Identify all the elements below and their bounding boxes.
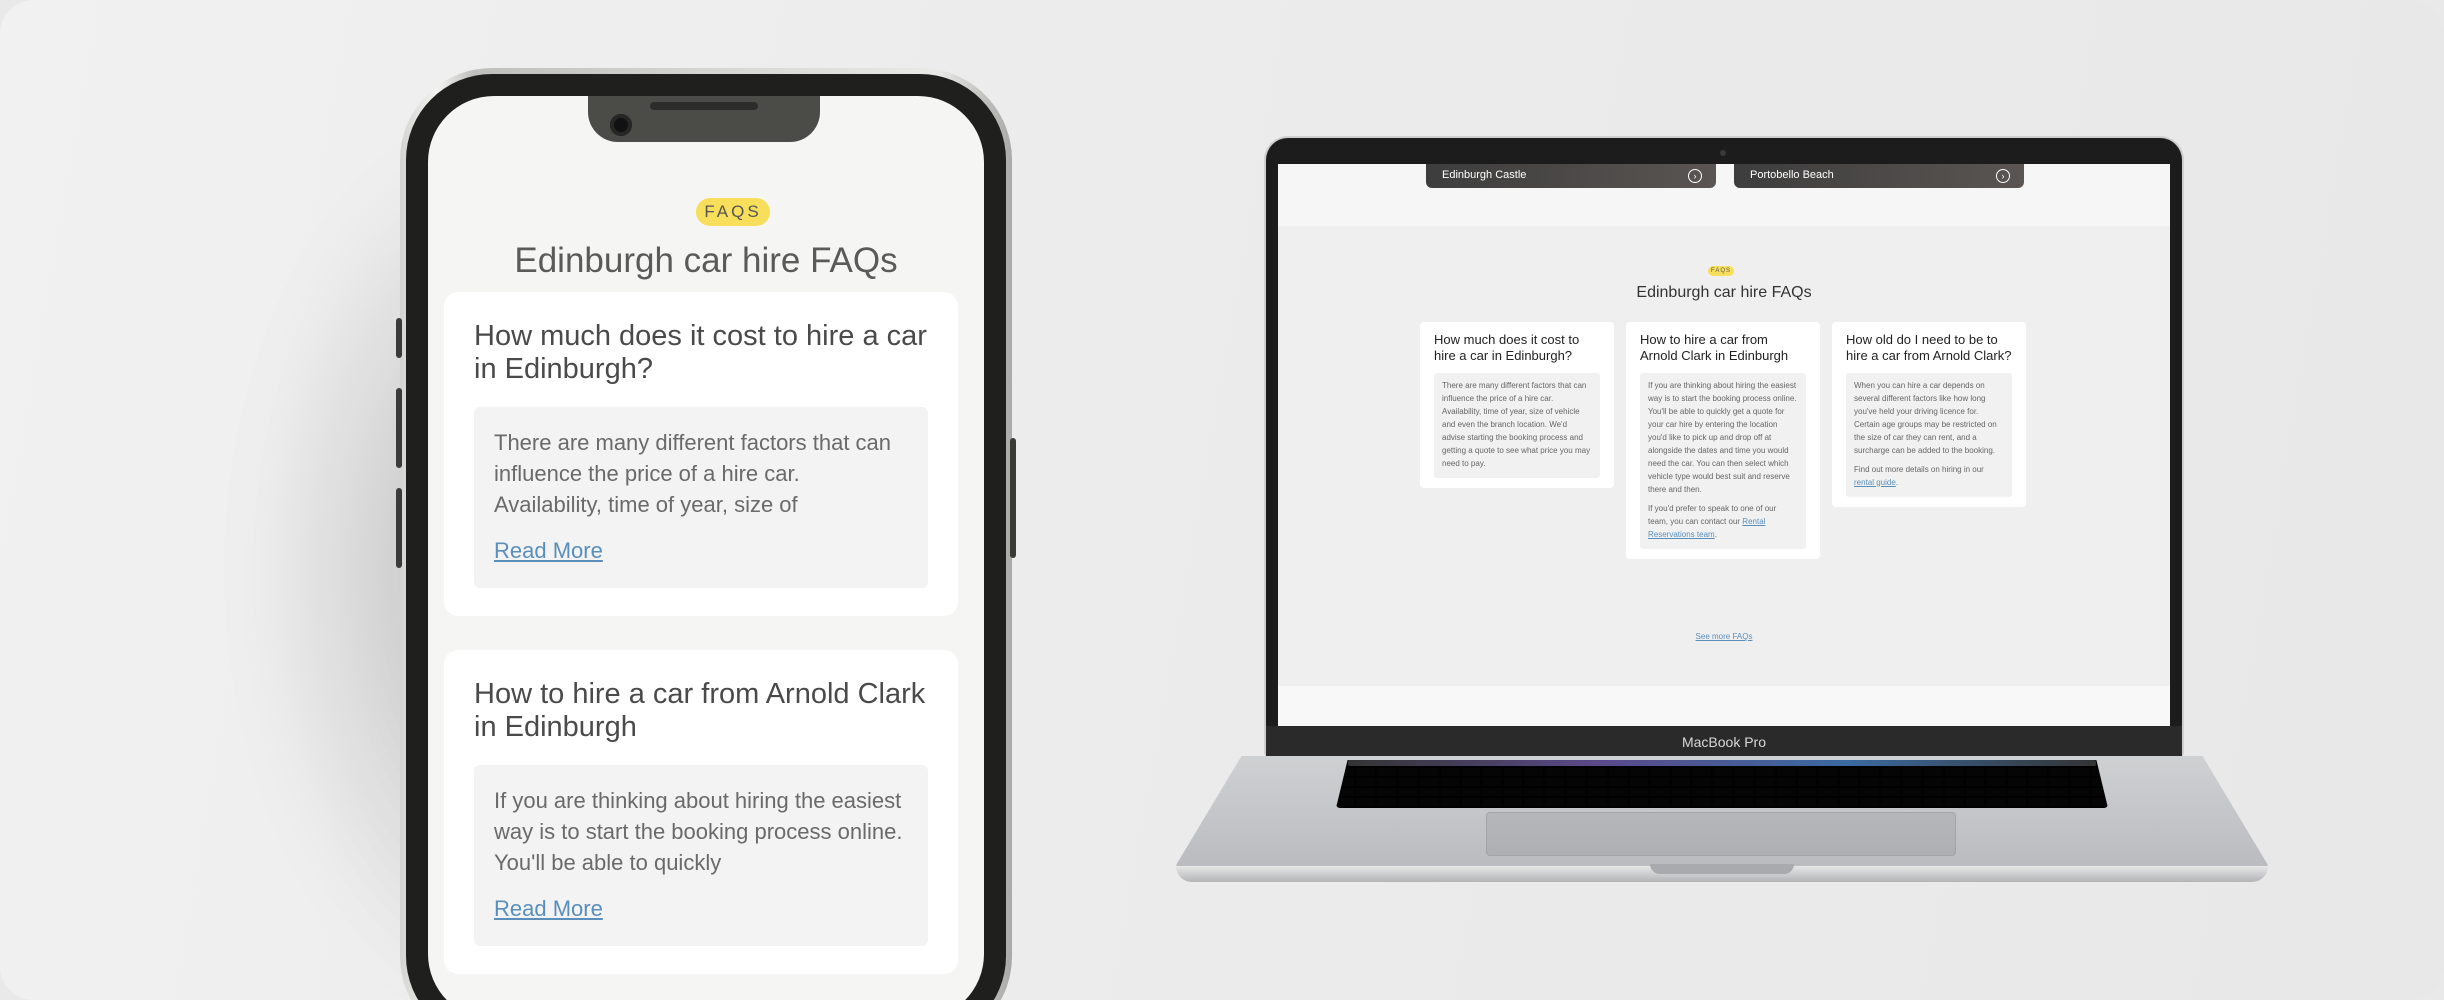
- read-more-link[interactable]: Read More: [494, 538, 603, 564]
- laptop-camera-icon: [1720, 150, 1726, 156]
- faq-answer: If you are thinking about hiring the eas…: [1640, 372, 1806, 549]
- punctuation: .: [1714, 529, 1717, 539]
- faq-answer-text: If you are thinking about hiring the eas…: [494, 787, 903, 875]
- speaker-grille: [650, 102, 758, 110]
- faq-card: How old do I need to be to hire a car fr…: [1832, 322, 2026, 507]
- faq-answer-text: There are many different factors that ca…: [1442, 380, 1591, 468]
- faq-answer: When you can hire a car depends on sever…: [1846, 372, 2012, 497]
- faq-answer-text: When you can hire a car depends on sever…: [1854, 380, 1997, 455]
- front-camera-icon: [610, 114, 632, 136]
- faq-question: How much does it cost to hire a car in E…: [1434, 332, 1580, 364]
- faq-card: How much does it cost to hire a car in E…: [1420, 322, 1614, 488]
- punctuation: .: [1895, 477, 1899, 487]
- phone-volume-down: [396, 488, 402, 568]
- faq-section: FAQS Edinburgh car hire FAQs How much do…: [1278, 226, 2170, 686]
- hero-row: Edinburgh Castle › Portobello Beach ›: [1278, 164, 2170, 226]
- faq-question: How to hire a car from Arnold Clark in E…: [1640, 332, 1789, 364]
- phone-mute-switch: [396, 318, 402, 358]
- faq-answer: There are many different factors that ca…: [1434, 372, 1600, 478]
- faq-answer-text: If you'd prefer to speak to one of our t…: [1648, 502, 1798, 541]
- faq-answer: There are many different factors that ca…: [474, 406, 928, 588]
- phone-power-button: [1010, 438, 1016, 558]
- phone-notch: [588, 96, 820, 142]
- phone-frame: FAQS Edinburgh car hire FAQs How much do…: [406, 74, 1006, 1000]
- hero-card-portobello-beach[interactable]: Portobello Beach ›: [1734, 164, 2024, 188]
- rental-guide-link[interactable]: rental guide: [1854, 478, 1896, 487]
- faq-card: How much does it cost to hire a car in E…: [444, 292, 958, 616]
- faq-answer-text: Find out more details on hiring in our r…: [1854, 463, 2004, 489]
- touch-bar: [1348, 760, 2096, 766]
- phone-screen: FAQS Edinburgh car hire FAQs How much do…: [428, 96, 984, 1000]
- screen-footer: [1278, 686, 2170, 726]
- phone-volume-up: [396, 388, 402, 468]
- faq-answer-text: If you are thinking about hiring the eas…: [1648, 380, 1797, 494]
- read-more-link[interactable]: Read More: [494, 896, 603, 922]
- trackpad: [1486, 812, 1956, 856]
- laptop-screen: Edinburgh Castle › Portobello Beach › FA…: [1278, 164, 2170, 726]
- arrow-right-icon: ›: [1688, 169, 1702, 183]
- faq-guide-text: Find out more details on hiring in our: [1854, 464, 1984, 474]
- faq-card: How to hire a car from Arnold Clark in E…: [444, 650, 958, 974]
- section-title: Edinburgh car hire FAQs: [1636, 284, 1812, 301]
- faq-badge: FAQS: [1708, 266, 1734, 276]
- hero-card-label: Portobello Beach: [1750, 169, 1834, 181]
- hero-card-label: Edinburgh Castle: [1442, 169, 1527, 181]
- laptop-brand-label: MacBook Pro: [1681, 734, 1767, 750]
- faq-question: How much does it cost to hire a car in E…: [474, 320, 927, 386]
- faq-question: How to hire a car from Arnold Clark in E…: [474, 678, 926, 744]
- arrow-right-icon: ›: [1996, 169, 2010, 183]
- faq-answer-text: There are many different factors that ca…: [494, 429, 892, 517]
- faq-card: How to hire a car from Arnold Clark in E…: [1626, 322, 1820, 559]
- faq-answer: If you are thinking about hiring the eas…: [474, 764, 928, 946]
- hero-card-edinburgh-castle[interactable]: Edinburgh Castle ›: [1426, 164, 1716, 188]
- laptop-open-notch: [1650, 864, 1794, 874]
- page-title: Edinburgh car hire FAQs: [514, 241, 898, 280]
- faq-question: How old do I need to be to hire a car fr…: [1846, 332, 2012, 364]
- faq-badge: FAQS: [696, 198, 770, 226]
- phone-mockup: FAQS Edinburgh car hire FAQs How much do…: [396, 68, 1016, 1000]
- see-more-faqs-link[interactable]: See more FAQs: [1278, 632, 2170, 641]
- keyboard: [1336, 760, 2108, 808]
